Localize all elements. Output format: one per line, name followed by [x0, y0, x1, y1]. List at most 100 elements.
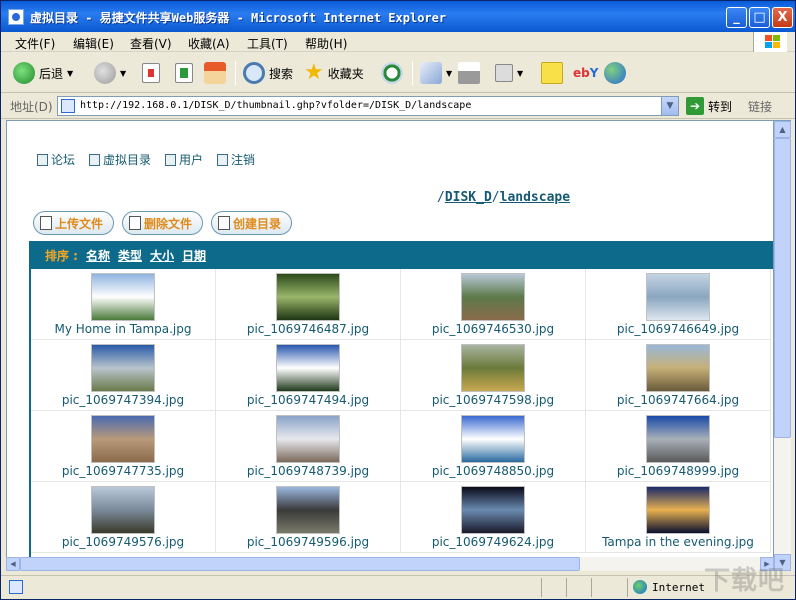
- thumbnail-filename[interactable]: pic_1069748739.jpg: [216, 464, 400, 478]
- thumbnail-item[interactable]: pic_1069748999.jpg: [586, 411, 771, 482]
- edit-button[interactable]: ▼: [495, 61, 523, 85]
- print-button[interactable]: [458, 61, 480, 85]
- nav-forum[interactable]: 论坛: [37, 151, 75, 168]
- thumbnail-image[interactable]: [91, 486, 155, 534]
- close-button[interactable]: X: [772, 7, 793, 28]
- back-button[interactable]: 后退 ▼: [13, 61, 73, 85]
- thumbnail-filename[interactable]: My Home in Tampa.jpg: [31, 322, 215, 336]
- address-input[interactable]: http://192.168.0.1/DISK_D/thumbnail.ghp?…: [57, 96, 679, 116]
- menu-view[interactable]: 查看(V): [130, 35, 172, 52]
- scroll-thumb[interactable]: [774, 138, 791, 438]
- edit-dropdown-icon[interactable]: ▼: [517, 69, 523, 78]
- notes-button[interactable]: [541, 61, 563, 85]
- thumbnail-filename[interactable]: pic_1069748999.jpg: [586, 464, 770, 478]
- thumbnail-image[interactable]: [461, 344, 525, 392]
- menu-edit[interactable]: 编辑(E): [73, 35, 114, 52]
- thumbnail-filename[interactable]: pic_1069748850.jpg: [401, 464, 585, 478]
- thumbnail-item[interactable]: pic_1069749576.jpg: [31, 482, 216, 553]
- thumbnail-filename[interactable]: pic_1069746487.jpg: [216, 322, 400, 336]
- breadcrumb-disk[interactable]: DISK_D: [445, 190, 492, 205]
- thumbnail-item[interactable]: pic_1069746487.jpg: [216, 269, 401, 340]
- thumbnail-image[interactable]: [276, 486, 340, 534]
- thumbnail-image[interactable]: [646, 273, 710, 321]
- history-button[interactable]: [381, 61, 403, 85]
- thumbnail-image[interactable]: [276, 273, 340, 321]
- thumbnail-image[interactable]: [91, 415, 155, 463]
- thumbnail-filename[interactable]: Tampa in the evening.jpg: [586, 535, 770, 549]
- thumbnail-item[interactable]: pic_1069749596.jpg: [216, 482, 401, 553]
- stop-button[interactable]: [142, 61, 160, 85]
- delete-button[interactable]: 删除文件: [122, 211, 204, 235]
- thumbnail-item[interactable]: pic_1069747394.jpg: [31, 340, 216, 411]
- thumbnail-image[interactable]: [461, 415, 525, 463]
- thumbnail-filename[interactable]: pic_1069747664.jpg: [586, 393, 770, 407]
- thumbnail-image[interactable]: [91, 344, 155, 392]
- thumbnail-item[interactable]: pic_1069747735.jpg: [31, 411, 216, 482]
- thumbnail-image[interactable]: [461, 486, 525, 534]
- thumbnail-filename[interactable]: pic_1069749624.jpg: [401, 535, 585, 549]
- sort-by-type[interactable]: 类型: [118, 247, 142, 264]
- thumbnail-filename[interactable]: pic_1069746649.jpg: [586, 322, 770, 336]
- scroll-up-icon[interactable]: ▲: [774, 121, 791, 138]
- thumbnail-item[interactable]: Tampa in the evening.jpg: [586, 482, 771, 553]
- thumbnail-item[interactable]: pic_1069747664.jpg: [586, 340, 771, 411]
- thumbnail-image[interactable]: [91, 273, 155, 321]
- sort-by-date[interactable]: 日期: [182, 247, 206, 264]
- thumbnail-item[interactable]: pic_1069746530.jpg: [401, 269, 586, 340]
- thumbnail-image[interactable]: [461, 273, 525, 321]
- thumbnail-filename[interactable]: pic_1069747598.jpg: [401, 393, 585, 407]
- thumbnail-filename[interactable]: pic_1069749576.jpg: [31, 535, 215, 549]
- menu-help[interactable]: 帮助(H): [305, 35, 347, 52]
- address-url[interactable]: http://192.168.0.1/DISK_D/thumbnail.ghp?…: [80, 100, 471, 111]
- menu-tools[interactable]: 工具(T): [247, 35, 288, 52]
- menu-file[interactable]: 文件(F): [15, 35, 55, 52]
- mail-button[interactable]: ▼: [420, 61, 452, 85]
- create-dir-button[interactable]: 创建目录: [211, 211, 293, 235]
- thumbnail-filename[interactable]: pic_1069749596.jpg: [216, 535, 400, 549]
- forward-button[interactable]: ▼: [94, 61, 126, 85]
- search-button[interactable]: 搜索: [243, 61, 293, 85]
- thumbnail-item[interactable]: pic_1069749624.jpg: [401, 482, 586, 553]
- breadcrumb-landscape[interactable]: landscape: [500, 190, 570, 205]
- hscroll-thumb[interactable]: [20, 557, 580, 571]
- home-button[interactable]: [204, 61, 226, 85]
- mail-dropdown-icon[interactable]: ▼: [446, 69, 452, 78]
- thumbnail-image[interactable]: [646, 486, 710, 534]
- title-bar[interactable]: 虚拟目录 - 易捷文件共享Web服务器 - Microsoft Internet…: [1, 1, 795, 32]
- sort-by-size[interactable]: 大小: [150, 247, 174, 264]
- thumbnail-image[interactable]: [646, 415, 710, 463]
- back-dropdown-icon[interactable]: ▼: [67, 69, 73, 78]
- thumbnail-image[interactable]: [276, 344, 340, 392]
- thumbnail-filename[interactable]: pic_1069747394.jpg: [31, 393, 215, 407]
- links-button[interactable]: 链接: [748, 98, 772, 115]
- scroll-left-icon[interactable]: ◀: [6, 557, 20, 571]
- thumbnail-item[interactable]: pic_1069748739.jpg: [216, 411, 401, 482]
- favorites-button[interactable]: ★ 收藏夹: [304, 61, 364, 85]
- horizontal-scrollbar[interactable]: ◀ ▶: [6, 557, 774, 571]
- menu-favorites[interactable]: 收藏(A): [188, 35, 230, 52]
- vertical-scrollbar[interactable]: ▲ ▼: [774, 120, 791, 571]
- go-button[interactable]: ➔ 转到: [686, 97, 732, 115]
- ebay-button[interactable]: ebY: [573, 61, 598, 85]
- thumbnail-image[interactable]: [646, 344, 710, 392]
- thumbnail-item[interactable]: My Home in Tampa.jpg: [31, 269, 216, 340]
- thumbnail-item[interactable]: pic_1069746649.jpg: [586, 269, 771, 340]
- nav-virtual-dir[interactable]: 虚拟目录: [89, 151, 151, 168]
- minimize-button[interactable]: _: [726, 7, 747, 28]
- thumbnail-filename[interactable]: pic_1069746530.jpg: [401, 322, 585, 336]
- address-dropdown-icon[interactable]: ▼: [661, 97, 678, 115]
- thumbnail-item[interactable]: pic_1069748850.jpg: [401, 411, 586, 482]
- thumbnail-item[interactable]: pic_1069747494.jpg: [216, 340, 401, 411]
- refresh-button[interactable]: [175, 61, 193, 85]
- thumbnail-filename[interactable]: pic_1069747494.jpg: [216, 393, 400, 407]
- thumbnail-filename[interactable]: pic_1069747735.jpg: [31, 464, 215, 478]
- nav-users[interactable]: 用户: [165, 151, 203, 168]
- forward-dropdown-icon[interactable]: ▼: [120, 69, 126, 78]
- sort-by-name[interactable]: 名称: [86, 247, 110, 264]
- maximize-button[interactable]: □: [749, 7, 770, 28]
- thumbnail-image[interactable]: [276, 415, 340, 463]
- thumbnail-item[interactable]: pic_1069747598.jpg: [401, 340, 586, 411]
- messenger-button[interactable]: [604, 61, 626, 85]
- upload-button[interactable]: 上传文件: [33, 211, 115, 235]
- nav-logout[interactable]: 注销: [217, 151, 255, 168]
